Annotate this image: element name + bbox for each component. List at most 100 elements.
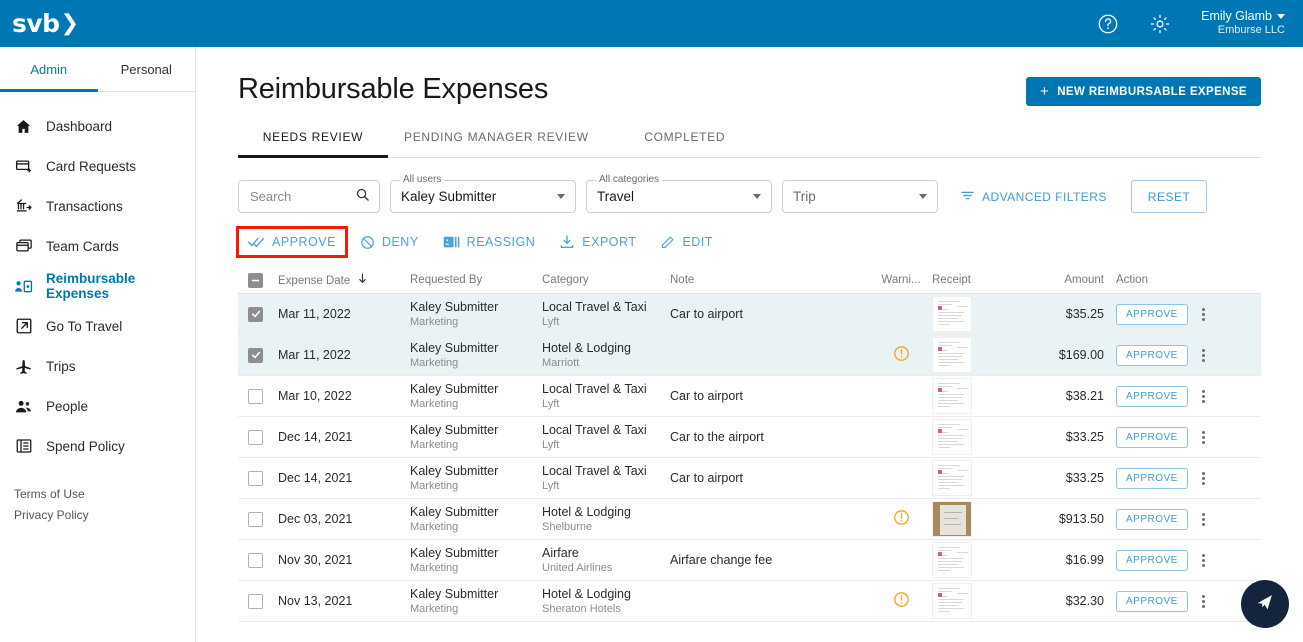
- privacy-policy-link[interactable]: Privacy Policy: [14, 505, 195, 526]
- receipt-thumbnail[interactable]: [932, 378, 972, 414]
- table-row[interactable]: Nov 13, 2021 Kaley Submitter Marketing Hote…: [238, 581, 1261, 622]
- table-row[interactable]: Mar 10, 2022 Kaley Submitter Marketing Loca…: [238, 376, 1261, 417]
- cell-category: Hotel & Lodging: [542, 586, 631, 601]
- row-approve-button[interactable]: APPROVE: [1116, 508, 1188, 530]
- receipt-thumbnail[interactable]: [932, 501, 972, 537]
- row-approve-button[interactable]: APPROVE: [1116, 303, 1188, 325]
- row-approve-button[interactable]: APPROVE: [1116, 344, 1188, 366]
- table-row[interactable]: Nov 30, 2021 Kaley Submitter Marketing Airf…: [238, 540, 1261, 581]
- block-circle-icon: [360, 235, 375, 250]
- support-chat-fab[interactable]: [1241, 580, 1289, 628]
- chevron-down-icon: [753, 194, 761, 199]
- table-row[interactable]: Mar 11, 2022 Kaley Submitter Marketing Hote…: [238, 335, 1261, 376]
- sidebar-item-spend-policy-label: Spend Policy: [46, 438, 125, 454]
- sidebar-item-trips[interactable]: Trips: [0, 346, 195, 386]
- filter-users-select[interactable]: All users Kaley Submitter: [390, 174, 576, 213]
- row-more-menu-icon[interactable]: [1200, 347, 1207, 364]
- cell-department: Marketing: [410, 397, 459, 410]
- cell-amount: $169.00: [1058, 348, 1104, 362]
- bulk-action-bar: APPROVE DENY REASSIGN EXPORT EDIT: [236, 226, 1261, 258]
- row-checkbox[interactable]: [248, 470, 263, 486]
- user-org-label: Emburse LLC: [1217, 24, 1285, 37]
- row-approve-button[interactable]: APPROVE: [1116, 549, 1188, 571]
- new-reimbursable-expense-label: NEW REIMBURSABLE EXPENSE: [1057, 85, 1247, 98]
- bulk-approve-button[interactable]: APPROVE: [236, 226, 348, 258]
- warning-icon: [893, 509, 910, 529]
- row-more-menu-icon[interactable]: [1200, 429, 1207, 446]
- tab-needs-review[interactable]: NEEDS REVIEW: [238, 130, 388, 158]
- select-all-checkbox[interactable]: [248, 272, 263, 288]
- card-plus-icon: [14, 157, 33, 176]
- sidebar-item-people[interactable]: People: [0, 386, 195, 426]
- row-checkbox[interactable]: [248, 593, 263, 609]
- row-checkbox[interactable]: [248, 347, 263, 363]
- bulk-deny-button[interactable]: DENY: [350, 228, 429, 257]
- sidebar-subtab-personal[interactable]: Personal: [98, 47, 196, 91]
- row-checkbox[interactable]: [248, 511, 263, 527]
- receipt-thumbnail[interactable]: [932, 419, 972, 455]
- page-header: Reimbursable Expenses + NEW REIMBURSABLE…: [238, 73, 1261, 106]
- filter-bar: All users Kaley Submitter All categories…: [238, 174, 1261, 213]
- receipt-thumbnail[interactable]: [932, 460, 972, 496]
- advanced-filters-button[interactable]: ADVANCED FILTERS: [960, 188, 1107, 206]
- receipt-thumbnail[interactable]: [932, 296, 972, 332]
- table-row[interactable]: Dec 14, 2021 Kaley Submitter Marketing Loca…: [238, 417, 1261, 458]
- sidebar-item-dashboard[interactable]: Dashboard: [0, 106, 195, 146]
- row-more-menu-icon[interactable]: [1200, 388, 1207, 405]
- svb-logo[interactable]: svb ❯: [12, 9, 79, 38]
- user-menu[interactable]: Emily Glamb Emburse LLC: [1201, 9, 1285, 38]
- sidebar-item-spend-policy[interactable]: Spend Policy: [0, 426, 195, 466]
- receipt-thumbnail[interactable]: [932, 542, 972, 578]
- bulk-reassign-button[interactable]: REASSIGN: [433, 228, 546, 256]
- search-icon[interactable]: [355, 187, 370, 207]
- sidebar-item-reimbursable-expenses[interactable]: Reimbursable Expenses: [0, 266, 195, 306]
- filter-categories-select[interactable]: All categories Travel: [586, 174, 772, 213]
- row-more-menu-icon[interactable]: [1200, 511, 1207, 528]
- row-more-menu-icon[interactable]: [1200, 593, 1207, 610]
- row-checkbox[interactable]: [248, 429, 263, 445]
- left-sidebar: Admin Personal Dashboard Card Requests T…: [0, 47, 196, 642]
- column-header-expense-date[interactable]: Expense Date: [278, 273, 410, 287]
- row-checkbox[interactable]: [248, 388, 263, 404]
- bulk-edit-button[interactable]: EDIT: [650, 228, 722, 257]
- sidebar-item-go-to-travel[interactable]: Go To Travel: [0, 306, 195, 346]
- reset-button[interactable]: RESET: [1130, 180, 1208, 213]
- search-box[interactable]: [238, 180, 380, 213]
- sidebar-item-card-requests[interactable]: Card Requests: [0, 146, 195, 186]
- receipt-thumbnail[interactable]: [932, 337, 972, 373]
- row-checkbox[interactable]: [248, 552, 263, 568]
- row-more-menu-icon[interactable]: [1200, 470, 1207, 487]
- bulk-export-button[interactable]: EXPORT: [549, 227, 646, 257]
- table-row[interactable]: Dec 03, 2021 Kaley Submitter Marketing Hote…: [238, 499, 1261, 540]
- table-row[interactable]: Mar 11, 2022 Kaley Submitter Marketing Loca…: [238, 294, 1261, 335]
- cards-stack-icon: [14, 237, 33, 256]
- table-row[interactable]: Dec 14, 2021 Kaley Submitter Marketing Loca…: [238, 458, 1261, 499]
- gear-icon[interactable]: [1143, 7, 1177, 41]
- cell-category: Local Travel & Taxi: [542, 463, 647, 478]
- row-approve-button[interactable]: APPROVE: [1116, 385, 1188, 407]
- row-approve-button[interactable]: APPROVE: [1116, 590, 1188, 612]
- sidebar-legal-links: Terms of Use Privacy Policy: [0, 466, 195, 526]
- row-checkbox[interactable]: [248, 306, 263, 322]
- row-approve-button[interactable]: APPROVE: [1116, 426, 1188, 448]
- tab-pending-manager-review[interactable]: PENDING MANAGER REVIEW: [388, 130, 605, 157]
- sidebar-item-team-cards[interactable]: Team Cards: [0, 226, 195, 266]
- sidebar-subtab-admin-label: Admin: [30, 61, 68, 77]
- filter-trip-select[interactable]: Trip: [782, 180, 938, 213]
- sidebar-item-transactions[interactable]: Transactions: [0, 186, 195, 226]
- cell-expense-date: Nov 30, 2021: [278, 553, 353, 567]
- receipt-thumbnail[interactable]: [932, 583, 972, 619]
- sidebar-subtab-admin[interactable]: Admin: [0, 47, 98, 92]
- terms-of-use-link[interactable]: Terms of Use: [14, 484, 195, 505]
- tab-completed-label: COMPLETED: [644, 130, 726, 144]
- row-approve-button[interactable]: APPROVE: [1116, 467, 1188, 489]
- row-more-menu-icon[interactable]: [1200, 306, 1207, 323]
- row-more-menu-icon[interactable]: [1200, 552, 1207, 569]
- filter-users-label: All users: [400, 174, 445, 185]
- cell-requested-by: Kaley Submitter: [410, 545, 499, 560]
- search-input[interactable]: [248, 188, 355, 205]
- help-circle-icon[interactable]: [1091, 7, 1125, 41]
- new-reimbursable-expense-button[interactable]: + NEW REIMBURSABLE EXPENSE: [1026, 77, 1261, 106]
- sidebar-item-reimbursable-expenses-label: Reimbursable Expenses: [46, 271, 136, 301]
- tab-completed[interactable]: COMPLETED: [605, 130, 765, 157]
